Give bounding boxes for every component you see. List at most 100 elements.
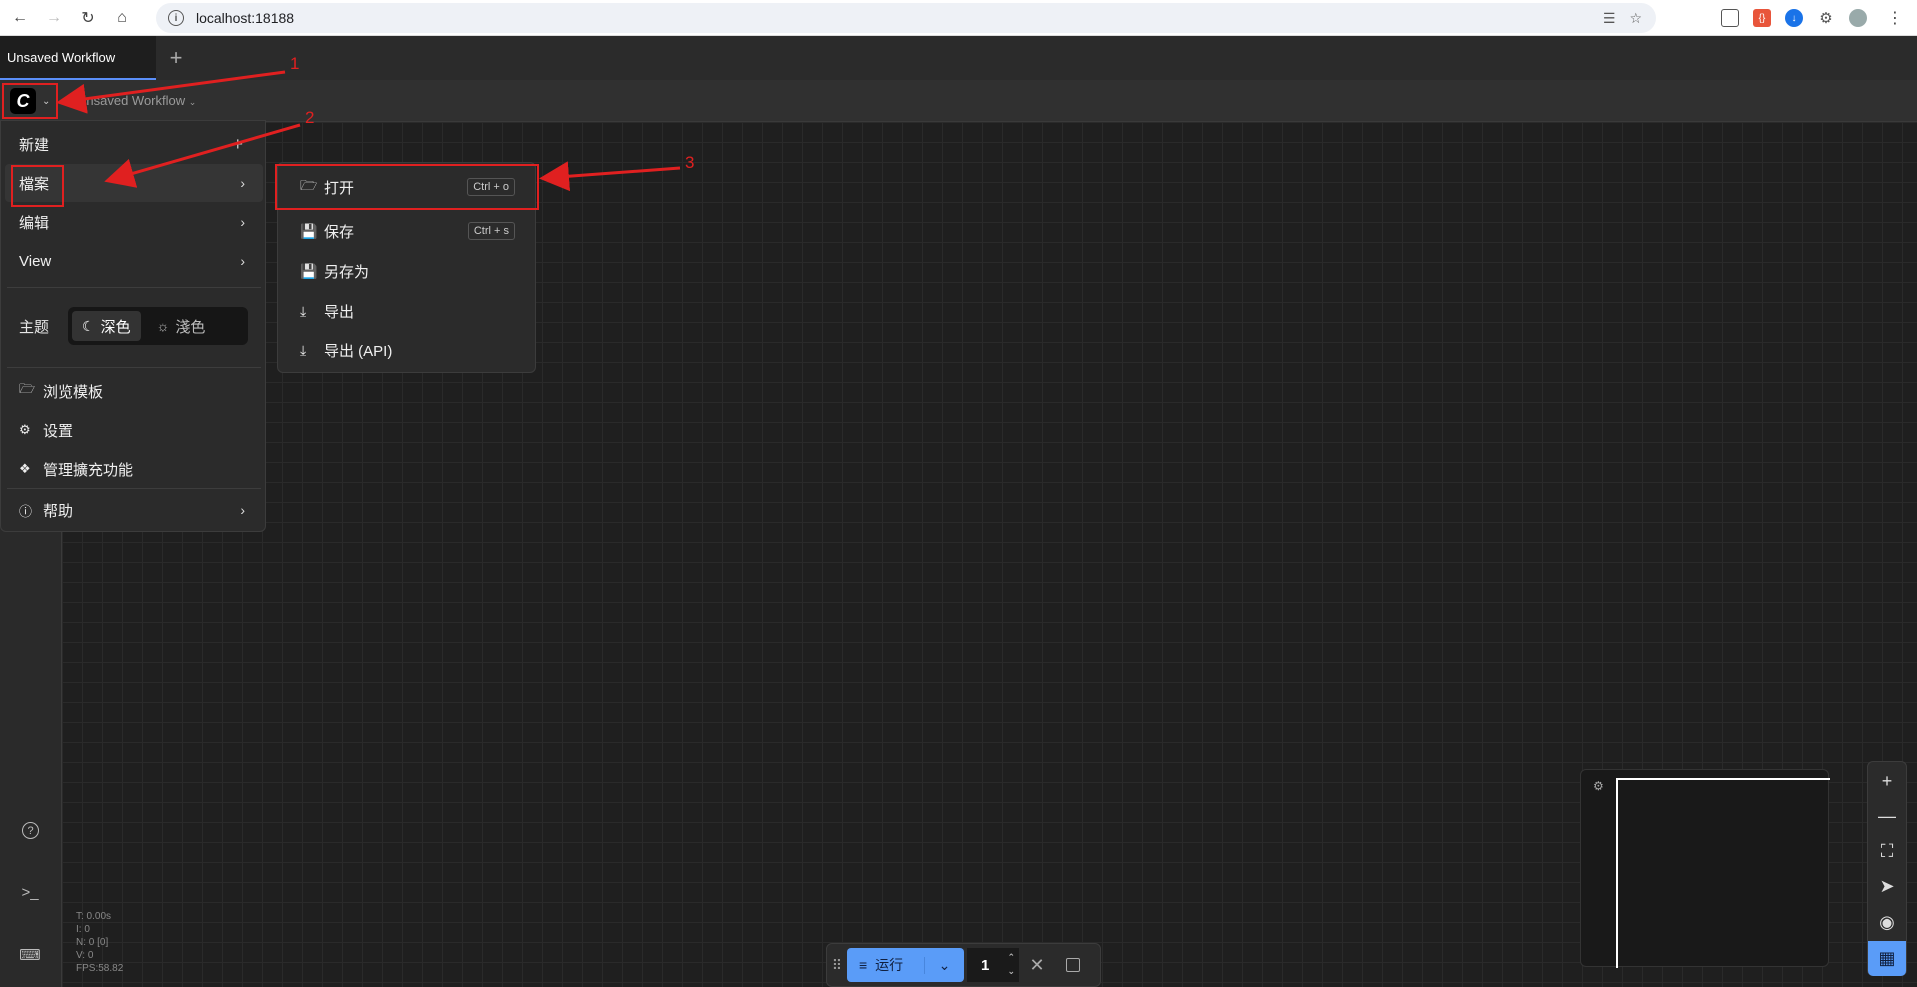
- profile-avatar[interactable]: [1849, 9, 1867, 27]
- canvas-controls: + — ⛶ ➤ ◉ ▦: [1867, 761, 1907, 976]
- run-main[interactable]: ≡ 运行: [847, 955, 924, 975]
- keyboard-icon[interactable]: ⌨: [19, 944, 41, 966]
- theme-dark-option[interactable]: ☾ 深色: [72, 311, 141, 341]
- run-button[interactable]: ≡ 运行 ⌄: [847, 948, 964, 982]
- fit-view-icon[interactable]: ⛶: [1868, 834, 1906, 868]
- chevron-down-icon: ⌄: [42, 95, 51, 107]
- download-extension-icon[interactable]: ↓: [1785, 9, 1803, 27]
- reload-icon[interactable]: ↻: [74, 4, 102, 32]
- shortcut-badge: Ctrl + s: [467, 222, 515, 240]
- terminal-icon[interactable]: >_: [19, 881, 41, 903]
- browser-menu-icon[interactable]: ⋮: [1881, 4, 1909, 32]
- home-icon[interactable]: ⌂: [108, 4, 136, 32]
- submenu-item-save-as-label: 另存为: [324, 263, 370, 281]
- menu-item-help[interactable]: ⓘ 帮助 ›: [5, 491, 263, 529]
- queue-icon: ≡: [859, 957, 868, 973]
- tab-unsaved-workflow[interactable]: Unsaved Workflow: [0, 36, 156, 80]
- chevron-right-icon: ›: [240, 502, 245, 518]
- submenu-item-export-label: 导出: [324, 303, 355, 321]
- chevron-up-icon[interactable]: ⌃: [1007, 950, 1015, 964]
- menu-item-extensions[interactable]: ❖ 管理擴充功能: [5, 450, 263, 488]
- zoom-in-icon[interactable]: +: [1868, 764, 1906, 798]
- stat-fps: FPS:58.82: [76, 963, 124, 974]
- json-extension-icon[interactable]: {}: [1753, 9, 1771, 27]
- stat-v: V: 0: [76, 950, 94, 961]
- chevron-right-icon: ›: [240, 253, 245, 269]
- download-icon: ⤓: [300, 341, 307, 358]
- submenu-item-save[interactable]: 💾 保存 Ctrl + s: [282, 213, 531, 249]
- save-disk-icon: 💾: [300, 262, 318, 279]
- save-disk-icon: 💾: [300, 222, 318, 239]
- sun-icon: ☼: [156, 318, 170, 334]
- address-bar[interactable]: i localhost:18188 ☰ ☆: [156, 3, 1656, 33]
- chevron-right-icon: ›: [240, 214, 245, 230]
- back-icon[interactable]: ←: [6, 4, 34, 32]
- chevron-right-icon: ›: [240, 175, 245, 191]
- extensions-puzzle-icon[interactable]: ⚙: [1817, 9, 1835, 27]
- forward-icon[interactable]: →: [40, 4, 68, 32]
- minimap[interactable]: ⚙: [1580, 769, 1830, 968]
- translate-icon[interactable]: ☰: [1603, 10, 1616, 27]
- navigate-arrow-icon[interactable]: ➤: [1868, 869, 1906, 903]
- map-icon[interactable]: ▦: [1868, 941, 1906, 976]
- stat-time: T: 0.00s: [76, 911, 112, 922]
- app-menu-button[interactable]: C ⌄: [2, 83, 58, 119]
- menu-divider: [7, 367, 261, 368]
- menu-item-view-label: View: [19, 252, 52, 270]
- theme-dark-label: 深色: [100, 318, 131, 336]
- cancel-close-icon[interactable]: ✕: [1019, 955, 1055, 976]
- run-toolbar: ⠿ ≡ 运行 ⌄ 1 ⌃ ⌄ ✕: [826, 943, 1101, 987]
- eye-icon[interactable]: ◉: [1868, 905, 1906, 939]
- gear-icon: ⚙: [19, 422, 31, 437]
- theme-switch: ☾ 深色 ☼ 淺色: [68, 307, 248, 345]
- submenu-item-export[interactable]: ⤓ 导出: [282, 293, 531, 329]
- menu-item-edit[interactable]: 编辑 ›: [5, 203, 263, 241]
- bookmark-star-icon[interactable]: ☆: [1629, 10, 1642, 27]
- plus-icon: +: [232, 133, 243, 154]
- menu-item-view[interactable]: View ›: [5, 242, 263, 280]
- theme-light-label: 淺色: [175, 318, 206, 336]
- menu-item-new[interactable]: 新建 +: [5, 125, 263, 163]
- app-topbar: C ⌄ Unsaved Workflow ⌄: [0, 80, 1917, 122]
- site-info-icon[interactable]: i: [168, 10, 184, 26]
- help-circle-icon[interactable]: ?: [22, 822, 39, 839]
- stat-nodes: N: 0 [0]: [76, 937, 109, 948]
- submenu-item-save-label: 保存: [324, 223, 355, 241]
- batch-stepper[interactable]: ⌃ ⌄: [1007, 950, 1015, 978]
- menu-item-templates[interactable]: 🗁 浏览模板: [5, 372, 263, 410]
- workflow-title[interactable]: Unsaved Workflow ⌄: [77, 93, 196, 108]
- submenu-item-export-api[interactable]: ⤓ 导出 (API): [282, 332, 531, 368]
- submenu-item-save-as[interactable]: 💾 另存为: [282, 253, 531, 289]
- zoom-out-icon[interactable]: —: [1868, 799, 1906, 833]
- minimap-settings-icon[interactable]: ⚙: [1593, 779, 1604, 793]
- moon-icon: ☾: [82, 317, 95, 334]
- menu-item-extensions-label: 管理擴充功能: [43, 461, 134, 479]
- workflow-tabbar: Unsaved Workflow +: [0, 36, 1917, 80]
- menu-item-settings[interactable]: ⚙ 设置: [5, 411, 263, 449]
- url-text: localhost:18188: [196, 10, 295, 26]
- menu-divider: [7, 287, 261, 288]
- menu-item-edit-label: 编辑: [19, 214, 50, 232]
- stop-square-icon[interactable]: [1055, 958, 1091, 972]
- annotation-number: 1: [290, 54, 300, 73]
- comfy-logo-icon: C: [10, 88, 36, 114]
- menu-item-help-label: 帮助: [43, 502, 74, 520]
- annotation-box-file: [11, 165, 64, 207]
- run-options-chevron-icon[interactable]: ⌄: [924, 956, 964, 974]
- perf-stats: T: 0.00s I: 0 N: 0 [0] V: 0 FPS:58.82: [76, 910, 123, 975]
- chevron-down-icon[interactable]: ⌄: [1007, 964, 1015, 978]
- theme-light-option[interactable]: ☼ 淺色: [147, 311, 216, 341]
- submenu-item-export-api-label: 导出 (API): [324, 342, 393, 360]
- annotation-box-open: [275, 164, 539, 210]
- annotation-number: 3: [685, 153, 695, 172]
- run-label: 运行: [875, 957, 904, 973]
- minimap-viewport[interactable]: [1616, 778, 1830, 968]
- menu-item-templates-label: 浏览模板: [43, 383, 104, 401]
- menu-item-settings-label: 设置: [43, 422, 74, 440]
- add-tab-button[interactable]: +: [156, 36, 196, 80]
- copy-extension-icon[interactable]: [1721, 9, 1739, 27]
- drag-handle-icon[interactable]: ⠿: [827, 957, 847, 974]
- batch-count-input[interactable]: 1 ⌃ ⌄: [967, 948, 1019, 982]
- menu-item-new-label: 新建: [19, 136, 50, 154]
- help-circle-icon: ⓘ: [19, 503, 33, 519]
